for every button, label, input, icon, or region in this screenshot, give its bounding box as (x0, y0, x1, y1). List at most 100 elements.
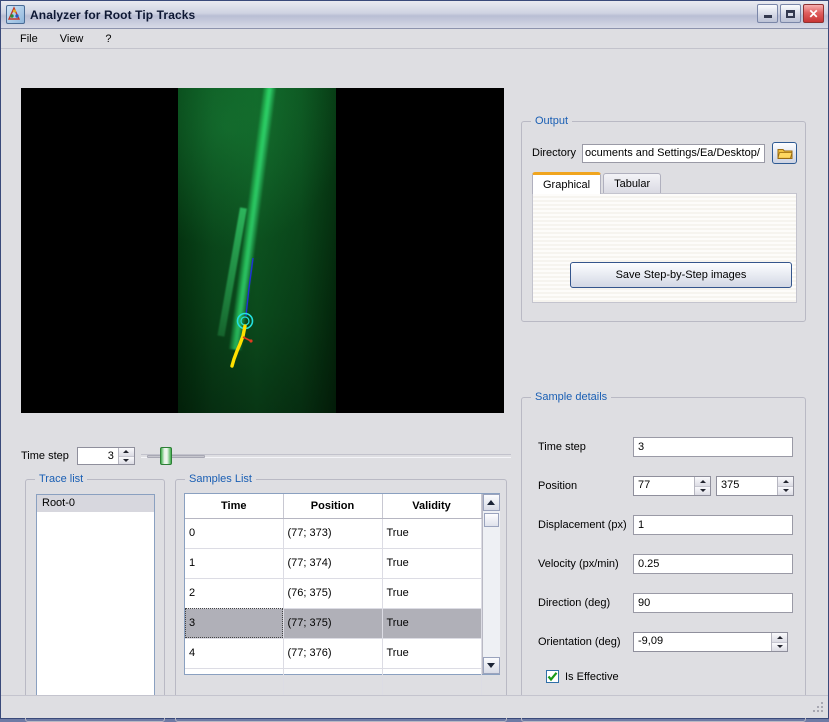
time-step-spinner[interactable]: 3 (76, 447, 135, 465)
table-row-empty[interactable] (185, 668, 482, 699)
browse-folder-button[interactable] (772, 142, 797, 164)
time-step-spin-down[interactable] (118, 456, 134, 464)
minimize-button[interactable] (757, 4, 778, 23)
output-tabs: Graphical Tabular (532, 172, 797, 194)
samples-table-scrollbar[interactable] (481, 494, 500, 674)
orientation-value[interactable]: -9,09 (634, 633, 771, 651)
column-header-time[interactable]: Time (185, 494, 284, 519)
cell-position: (77; 375) (283, 608, 383, 639)
position-y-spin-up[interactable] (778, 477, 793, 487)
application-window: Analyzer for Root Tip Tracks ✕ File View… (0, 0, 829, 722)
is-effective-row[interactable]: Is Effective (546, 670, 619, 683)
slider-track (146, 455, 205, 458)
position-y-spinner[interactable]: 375 (716, 476, 794, 496)
position-x-spin-down[interactable] (695, 486, 710, 495)
scroll-up-icon[interactable] (482, 494, 500, 511)
analyzer-app-icon (6, 5, 25, 24)
trace-listbox[interactable]: Root-0 (36, 494, 155, 709)
detail-displacement-row: Displacement (px) (538, 514, 793, 536)
detail-time-step-row: Time step (538, 436, 793, 458)
menu-item-view[interactable]: View (49, 31, 95, 47)
table-row[interactable]: 1 (77; 374) True (185, 548, 482, 579)
detail-velocity-row: Velocity (px/min) (538, 553, 793, 575)
sample-details-caption: Sample details (531, 391, 612, 403)
directory-input[interactable] (582, 143, 765, 163)
time-step-value[interactable]: 3 (78, 448, 118, 464)
orientation-spinner[interactable]: -9,09 (633, 632, 788, 652)
cell-validity (382, 668, 482, 699)
output-panel: Output Directory Graphical Tabular (521, 115, 806, 322)
menu-item-file[interactable]: File (9, 31, 49, 47)
detail-direction-label: Direction (deg) (538, 597, 611, 609)
position-y-value[interactable]: 375 (717, 477, 777, 495)
position-x-spinner-buttons (694, 477, 710, 495)
maximize-button[interactable] (780, 4, 801, 23)
root-vein (228, 88, 277, 351)
trace-list-panel: Trace list Root-0 (25, 473, 165, 722)
detail-direction-input[interactable] (633, 593, 793, 613)
scroll-down-icon[interactable] (482, 657, 500, 674)
cell-position: (77; 374) (283, 548, 383, 579)
table-row[interactable]: 2 (76; 375) True (185, 578, 482, 609)
output-caption: Output (531, 115, 573, 127)
detail-displacement-label: Displacement (px) (538, 519, 627, 531)
close-button[interactable]: ✕ (803, 4, 824, 23)
position-x-value[interactable]: 77 (634, 477, 694, 495)
cell-validity: True (382, 518, 482, 549)
cell-time: 2 (185, 578, 284, 609)
detail-time-step-input[interactable] (633, 437, 793, 457)
detail-position-label: Position (538, 480, 578, 492)
detail-velocity-input[interactable] (633, 554, 793, 574)
detail-time-step-label: Time step (538, 441, 586, 453)
time-step-control: Time step 3 (21, 445, 511, 467)
menu-item-help[interactable]: ? (94, 31, 122, 47)
folder-icon (776, 148, 793, 159)
title-bar: Analyzer for Root Tip Tracks ✕ (1, 1, 828, 29)
leaf-region (178, 88, 336, 413)
column-header-validity[interactable]: Validity (382, 494, 482, 519)
cell-time (185, 668, 284, 699)
is-effective-label: Is Effective (565, 670, 619, 683)
samples-table: Time Position Validity 0 (77; 373) True … (185, 494, 482, 699)
slider-thumb[interactable] (159, 447, 172, 465)
orientation-spin-down[interactable] (772, 642, 787, 651)
orientation-spinner-buttons (771, 633, 787, 651)
cell-time: 0 (185, 518, 284, 549)
position-y-spin-down[interactable] (778, 486, 793, 495)
time-step-spin-up[interactable] (118, 448, 134, 457)
detail-orientation-label: Orientation (deg) (538, 636, 621, 648)
table-header-row: Time Position Validity (185, 494, 482, 519)
menu-bar: File View ? (1, 29, 828, 49)
position-x-spin-up[interactable] (695, 477, 710, 487)
position-x-spinner[interactable]: 77 (633, 476, 711, 496)
root-vein-lower (217, 207, 247, 337)
is-effective-checkbox[interactable] (546, 670, 559, 683)
tab-graphical[interactable]: Graphical (532, 172, 602, 194)
table-row-selected[interactable]: 3 (77; 375) True (185, 608, 482, 639)
column-header-position[interactable]: Position (283, 494, 383, 519)
tab-tabular-label: Tabular (614, 178, 651, 190)
cell-position: (76; 375) (283, 578, 383, 609)
samples-list-panel: Samples List Time Position Validity 0 (7… (175, 473, 507, 722)
trace-list-item[interactable]: Root-0 (37, 495, 154, 512)
cell-validity: True (382, 548, 482, 579)
root-tip-image[interactable] (21, 88, 504, 413)
samples-list-caption: Samples List (185, 473, 256, 485)
cell-position: (77; 376) (283, 638, 383, 669)
tab-graphical-label: Graphical (543, 178, 591, 191)
detail-displacement-input[interactable] (633, 515, 793, 535)
resize-grip-icon[interactable] (811, 702, 824, 715)
tab-tabular[interactable]: Tabular (603, 173, 662, 194)
scrollbar-thumb[interactable] (483, 513, 499, 527)
orientation-spin-up[interactable] (772, 633, 787, 643)
table-row[interactable]: 4 (77; 376) True (185, 638, 482, 669)
detail-velocity-label: Velocity (px/min) (538, 558, 619, 570)
save-step-images-button[interactable]: Save Step-by-Step images (570, 262, 792, 288)
directory-label: Directory (532, 147, 577, 159)
time-step-spinner-buttons (117, 448, 134, 464)
cell-validity: True (382, 578, 482, 609)
window-controls: ✕ (757, 4, 824, 23)
table-row[interactable]: 0 (77; 373) True (185, 518, 482, 549)
detail-orientation-row: Orientation (deg) -9,09 (538, 631, 793, 653)
time-step-slider[interactable] (146, 447, 205, 465)
